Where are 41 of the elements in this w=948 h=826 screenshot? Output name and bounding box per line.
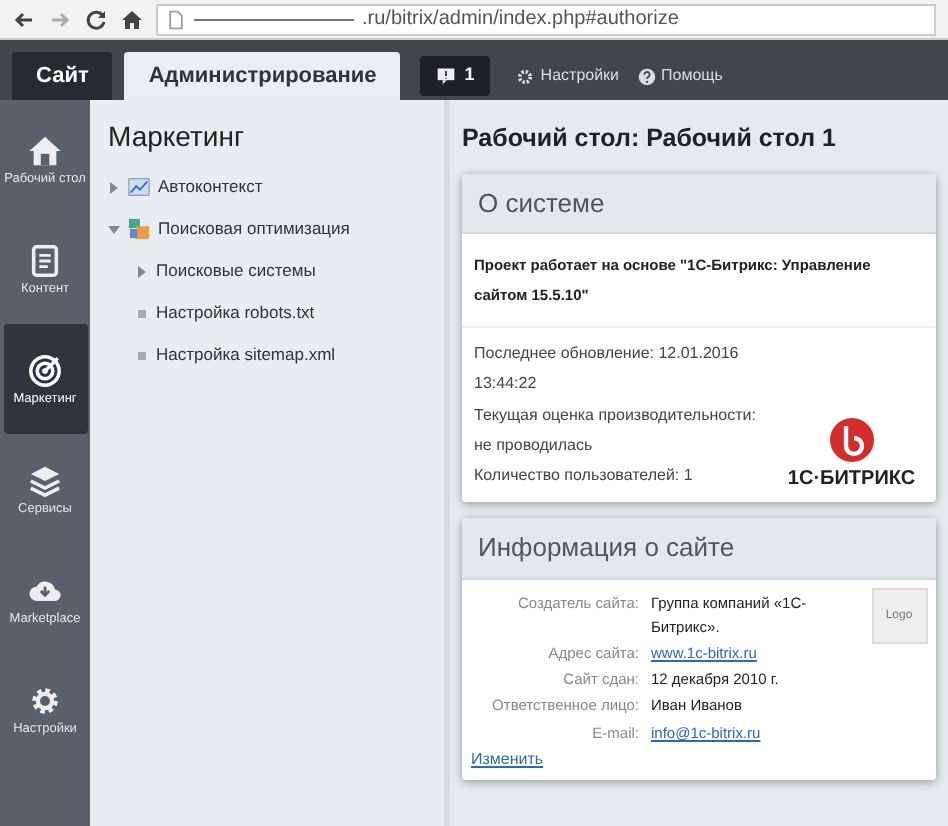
settings-link[interactable]: Настройки bbox=[516, 64, 620, 88]
expander-icon[interactable] bbox=[108, 181, 120, 193]
tree-item-label[interactable]: Настройка robots.txt bbox=[156, 300, 315, 326]
page-title: Рабочий стол: Рабочий стол 1 bbox=[462, 122, 838, 156]
bullet-icon bbox=[136, 349, 148, 361]
tree-item-label[interactable]: Поисковые системы bbox=[156, 258, 316, 284]
help-link[interactable]: Помощь bbox=[637, 64, 723, 88]
nav-tab[interactable]: Сайт bbox=[12, 52, 113, 100]
logo-icon bbox=[827, 415, 876, 464]
nav-tab[interactable]: Администрирование bbox=[124, 52, 401, 100]
tree-item-label[interactable]: Автоконтекст bbox=[158, 174, 263, 200]
home-icon[interactable] bbox=[120, 7, 144, 31]
url-field[interactable]: .ru/bitrix/admin/index.php#authorize bbox=[156, 3, 936, 35]
info-line: Текущая оценка производительности: не проводилась bbox=[474, 403, 758, 458]
tree-item-label[interactable]: Настройка sitemap.xml bbox=[156, 342, 336, 368]
edit-link[interactable]: Изменить bbox=[462, 747, 936, 781]
info-line: Количество пользователей: 1 bbox=[474, 464, 695, 488]
tree-item-label[interactable]: Поисковая оптимизация bbox=[158, 216, 350, 242]
reload-icon[interactable] bbox=[84, 7, 108, 31]
notification-icon bbox=[436, 66, 457, 86]
settings-icon bbox=[28, 683, 62, 718]
card-title: Информация о сайте bbox=[462, 518, 936, 580]
chart-icon bbox=[128, 176, 150, 198]
help-icon bbox=[637, 67, 656, 85]
expander-icon[interactable] bbox=[108, 223, 120, 235]
notifications-button[interactable]: 1 bbox=[420, 56, 491, 96]
menu-title: Маркетинг bbox=[106, 118, 247, 156]
document-icon bbox=[28, 243, 62, 278]
forward-icon[interactable] bbox=[48, 7, 72, 31]
home-icon bbox=[28, 133, 62, 168]
layers-icon bbox=[28, 463, 62, 498]
expander-icon[interactable] bbox=[136, 265, 148, 277]
seo-icon bbox=[128, 218, 150, 240]
target-icon bbox=[28, 353, 62, 388]
back-icon[interactable] bbox=[12, 7, 36, 31]
info-line: Последнее обновление: 12.01.2016 13:44:22 bbox=[474, 342, 741, 397]
settings-icon bbox=[516, 67, 535, 85]
page-icon bbox=[166, 9, 186, 29]
logo-text: 1С·БИТРИКС bbox=[787, 465, 916, 494]
bullet-icon bbox=[136, 307, 148, 319]
card-title: О системе bbox=[462, 173, 936, 235]
